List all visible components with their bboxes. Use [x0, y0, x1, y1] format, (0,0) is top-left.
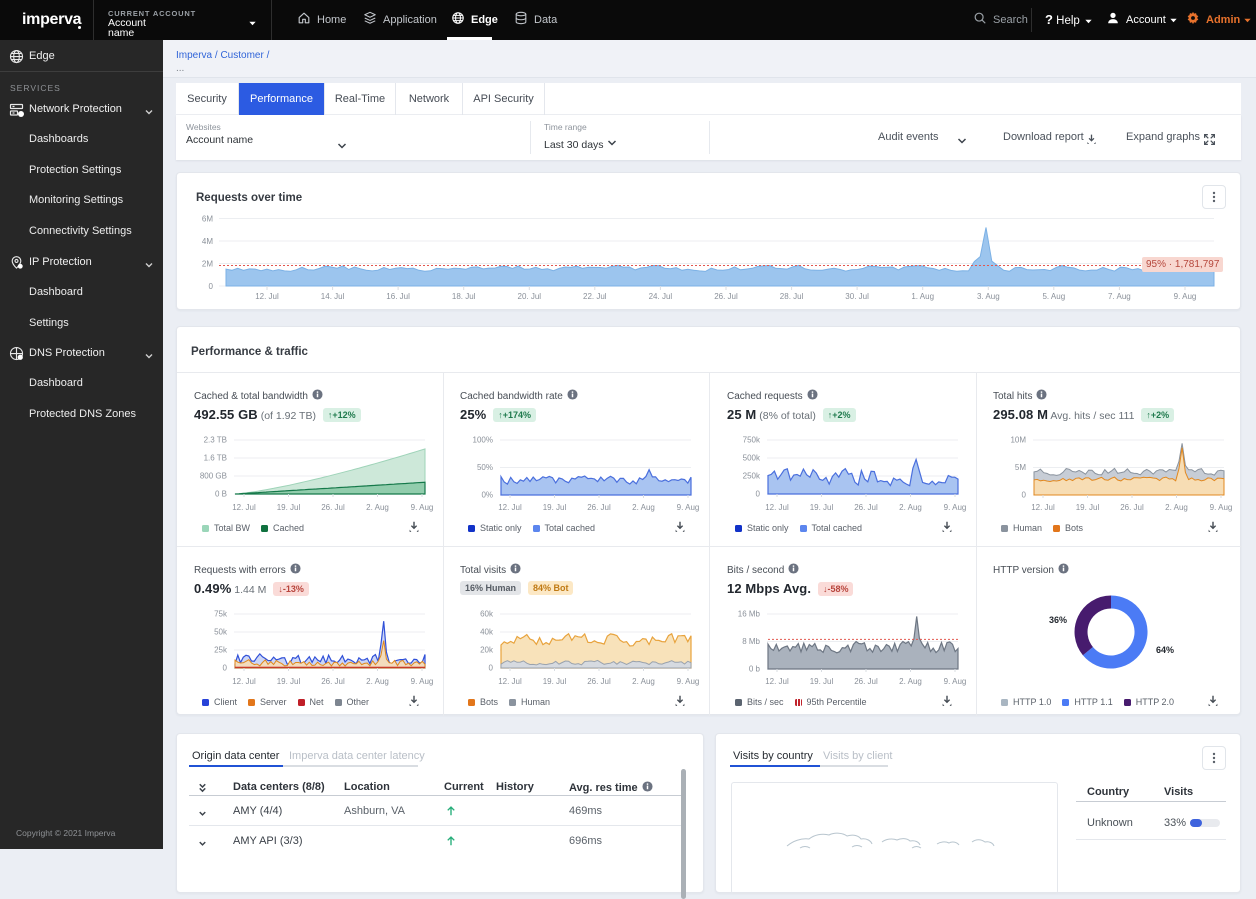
svg-text:0%: 0%: [481, 491, 493, 500]
svg-text:2. Aug: 2. Aug: [366, 677, 389, 686]
svg-text:12. Jul: 12. Jul: [498, 677, 522, 686]
svg-text:0: 0: [223, 664, 228, 673]
svg-text:2. Aug: 2. Aug: [632, 677, 655, 686]
svg-text:9. Aug: 9. Aug: [1210, 503, 1233, 512]
svg-text:14. Jul: 14. Jul: [321, 292, 345, 301]
svg-text:9. Aug: 9. Aug: [944, 503, 967, 512]
svg-text:60k: 60k: [480, 610, 494, 619]
svg-text:9. Aug: 9. Aug: [677, 677, 700, 686]
svg-text:26. Jul: 26. Jul: [587, 503, 611, 512]
svg-text:0 B: 0 B: [215, 490, 227, 499]
svg-text:12. Jul: 12. Jul: [232, 503, 256, 512]
svg-text:12. Jul: 12. Jul: [498, 503, 522, 512]
svg-text:26. Jul: 26. Jul: [854, 503, 878, 512]
svg-text:2. Aug: 2. Aug: [1165, 503, 1188, 512]
svg-text:9. Aug: 9. Aug: [411, 677, 434, 686]
svg-text:800 GB: 800 GB: [200, 472, 227, 481]
svg-text:19. Jul: 19. Jul: [543, 677, 567, 686]
svg-text:2. Aug: 2. Aug: [899, 677, 922, 686]
svg-text:9. Aug: 9. Aug: [411, 503, 434, 512]
svg-text:19. Jul: 19. Jul: [277, 503, 301, 512]
svg-text:0: 0: [209, 282, 214, 291]
svg-text:7. Aug: 7. Aug: [1108, 292, 1131, 301]
svg-text:2. Aug: 2. Aug: [632, 503, 655, 512]
svg-text:19. Jul: 19. Jul: [277, 677, 301, 686]
svg-text:2. Aug: 2. Aug: [899, 503, 922, 512]
svg-text:750k: 750k: [743, 436, 761, 445]
svg-text:3. Aug: 3. Aug: [977, 292, 1000, 301]
svg-text:26. Jul: 26. Jul: [854, 677, 878, 686]
svg-text:30. Jul: 30. Jul: [845, 292, 869, 301]
svg-text:16. Jul: 16. Jul: [386, 292, 410, 301]
svg-text:0 b: 0 b: [749, 665, 761, 674]
svg-text:22. Jul: 22. Jul: [583, 292, 607, 301]
svg-text:28. Jul: 28. Jul: [780, 292, 804, 301]
svg-text:40k: 40k: [480, 628, 494, 637]
svg-text:100%: 100%: [473, 436, 493, 445]
svg-text:12. Jul: 12. Jul: [1031, 503, 1055, 512]
svg-text:26. Jul: 26. Jul: [321, 677, 345, 686]
svg-text:9. Aug: 9. Aug: [944, 677, 967, 686]
svg-text:0: 0: [1022, 491, 1027, 500]
svg-text:18. Jul: 18. Jul: [452, 292, 476, 301]
svg-text:9. Aug: 9. Aug: [1174, 292, 1197, 301]
svg-text:26. Jul: 26. Jul: [587, 677, 611, 686]
svg-text:25k: 25k: [214, 646, 228, 655]
svg-text:50k: 50k: [214, 628, 228, 637]
svg-text:26. Jul: 26. Jul: [1120, 503, 1144, 512]
svg-text:26. Jul: 26. Jul: [321, 503, 345, 512]
svg-text:8 Mb: 8 Mb: [742, 637, 760, 646]
svg-text:26. Jul: 26. Jul: [714, 292, 738, 301]
svg-text:19. Jul: 19. Jul: [543, 503, 567, 512]
svg-text:0: 0: [489, 664, 494, 673]
svg-text:2.3 TB: 2.3 TB: [204, 436, 227, 445]
svg-text:500k: 500k: [743, 454, 761, 463]
svg-text:12. Jul: 12. Jul: [232, 677, 256, 686]
svg-text:5M: 5M: [1015, 463, 1026, 472]
svg-text:20. Jul: 20. Jul: [518, 292, 542, 301]
svg-text:75k: 75k: [214, 610, 228, 619]
svg-text:16 Mb: 16 Mb: [738, 610, 761, 619]
svg-text:19. Jul: 19. Jul: [810, 503, 834, 512]
svg-text:10M: 10M: [1010, 436, 1026, 445]
svg-text:0: 0: [756, 490, 761, 499]
svg-text:12. Jul: 12. Jul: [765, 503, 789, 512]
svg-text:19. Jul: 19. Jul: [1076, 503, 1100, 512]
svg-text:19. Jul: 19. Jul: [810, 677, 834, 686]
svg-text:2. Aug: 2. Aug: [366, 503, 389, 512]
svg-text:1.6 TB: 1.6 TB: [204, 454, 227, 463]
svg-text:2M: 2M: [202, 260, 213, 269]
svg-text:6M: 6M: [202, 215, 213, 224]
svg-text:12. Jul: 12. Jul: [765, 677, 789, 686]
svg-text:5. Aug: 5. Aug: [1042, 292, 1065, 301]
svg-text:20k: 20k: [480, 646, 494, 655]
svg-text:64%: 64%: [1156, 645, 1174, 655]
svg-text:12. Jul: 12. Jul: [255, 292, 279, 301]
svg-text:4M: 4M: [202, 237, 213, 246]
svg-text:1. Aug: 1. Aug: [911, 292, 934, 301]
svg-text:250k: 250k: [743, 472, 761, 481]
svg-text:9. Aug: 9. Aug: [677, 503, 700, 512]
svg-text:36%: 36%: [1049, 615, 1067, 625]
svg-text:24. Jul: 24. Jul: [649, 292, 673, 301]
svg-text:50%: 50%: [477, 463, 493, 472]
